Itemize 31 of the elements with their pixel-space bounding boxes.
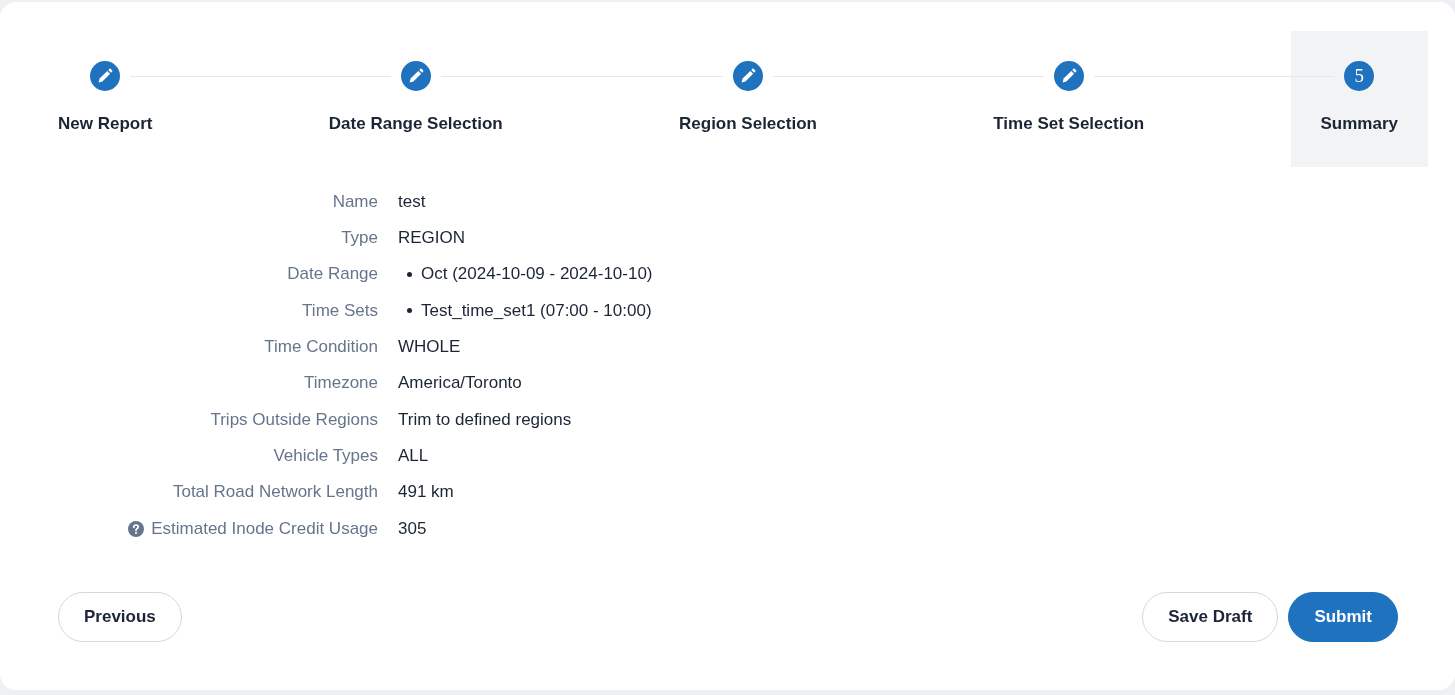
field-value: 491 km bbox=[398, 481, 455, 504]
field-value: WHOLE bbox=[398, 335, 462, 358]
field-value: ALL bbox=[398, 444, 430, 467]
step-label[interactable]: New Report bbox=[28, 91, 183, 167]
step-label[interactable]: Region Selection bbox=[649, 91, 847, 167]
field-label: Type bbox=[341, 227, 378, 249]
field-label: Time Condition bbox=[264, 335, 378, 358]
step-label[interactable]: Time Set Selection bbox=[963, 91, 1175, 167]
field-label: Date Range bbox=[287, 263, 378, 286]
bullet-icon bbox=[407, 271, 412, 277]
field-value: REGION bbox=[398, 227, 467, 249]
help-icon[interactable] bbox=[128, 520, 145, 537]
field-label: Trips Outside Regions bbox=[210, 408, 378, 431]
field-label: Name bbox=[332, 190, 378, 213]
action-button[interactable]: Save Draft bbox=[1142, 592, 1279, 643]
step-label[interactable]: Summary bbox=[1290, 91, 1428, 167]
field-label: Time Sets bbox=[302, 299, 378, 322]
field-label: Timezone bbox=[304, 372, 378, 395]
field-label: Total Road Network Length bbox=[172, 481, 378, 504]
field-value: Trim to defined regions bbox=[398, 408, 573, 431]
bullet-icon bbox=[407, 308, 412, 314]
step-label[interactable]: Date Range Selection bbox=[298, 91, 533, 167]
submit-button[interactable]: Submit bbox=[1288, 592, 1398, 643]
field-value: test bbox=[398, 190, 427, 213]
field-label: Estimated Inode Credit Usage bbox=[151, 517, 378, 540]
action-button[interactable]: Previous bbox=[58, 592, 182, 643]
field-value: America/Toronto bbox=[398, 372, 523, 395]
field-value: 305 bbox=[398, 517, 428, 540]
list-item-value: Test_time_set1 (07:00 - 10:00) bbox=[421, 299, 652, 322]
list-item-value: Oct (2024-10-09 - 2024-10-10) bbox=[421, 263, 653, 286]
field-label: Vehicle Types bbox=[273, 444, 378, 467]
